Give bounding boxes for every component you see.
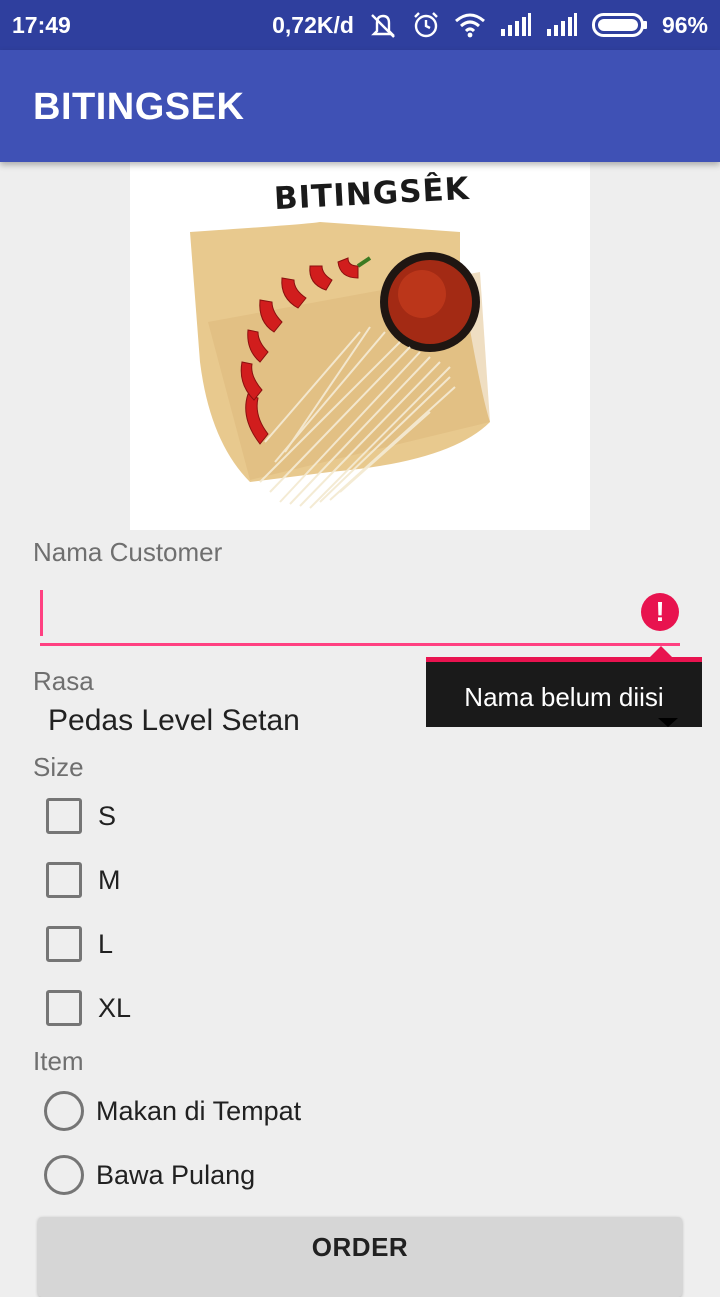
item-label: Item bbox=[33, 1046, 84, 1076]
name-input[interactable] bbox=[40, 580, 680, 646]
item-radio-bawa-pulang[interactable]: Bawa Pulang bbox=[44, 1155, 255, 1195]
app-title: BITINGSEK bbox=[33, 86, 245, 128]
radio-circle[interactable] bbox=[44, 1091, 84, 1131]
net-speed: 0,72K/d bbox=[272, 11, 354, 38]
signal-icon bbox=[546, 13, 578, 37]
checkbox-box[interactable] bbox=[46, 798, 82, 834]
item-option-label: Makan di Tempat bbox=[96, 1095, 302, 1126]
status-time: 17:49 bbox=[12, 11, 71, 38]
rasa-dropdown[interactable]: Pedas Level Setan bbox=[48, 704, 300, 738]
tooltip-arrow bbox=[650, 646, 672, 657]
size-option-label: L bbox=[98, 928, 114, 959]
alarm-icon bbox=[412, 11, 440, 39]
status-bar: 17:49 0,72K/d 96% bbox=[0, 0, 720, 50]
radio-circle[interactable] bbox=[44, 1155, 84, 1195]
size-label: Size bbox=[33, 752, 84, 782]
order-button[interactable]: ORDER bbox=[38, 1217, 682, 1297]
size-checkbox-xl[interactable]: XL bbox=[44, 990, 131, 1026]
mute-icon bbox=[368, 11, 398, 39]
item-option-label: Bawa Pulang bbox=[96, 1159, 256, 1190]
error-icon[interactable]: ! bbox=[641, 593, 679, 631]
checkbox-box[interactable] bbox=[46, 990, 82, 1026]
app-bar: BITINGSEK bbox=[0, 50, 720, 162]
size-option-label: S bbox=[98, 800, 117, 831]
size-checkbox-m[interactable]: M bbox=[44, 862, 121, 898]
wifi-icon bbox=[454, 12, 486, 38]
checkbox-box[interactable] bbox=[46, 862, 82, 898]
status-icons: 0,72K/d 96% bbox=[272, 11, 708, 39]
item-radio-makan-di-tempat[interactable]: Makan di Tempat bbox=[44, 1091, 301, 1131]
error-message: Nama belum diisi bbox=[464, 682, 664, 712]
text-cursor bbox=[40, 590, 43, 636]
hero-image: BITINGSÊK bbox=[130, 162, 590, 530]
rasa-label: Rasa bbox=[33, 666, 94, 696]
size-option-label: M bbox=[98, 864, 121, 895]
name-label: Nama Customer bbox=[33, 537, 223, 567]
battery-percent: 96% bbox=[661, 11, 708, 38]
error-tooltip: Nama belum diisi bbox=[426, 657, 702, 727]
signal-icon bbox=[500, 13, 532, 37]
tooltip-tail bbox=[658, 718, 678, 727]
food-illustration bbox=[190, 222, 490, 509]
size-option-label: XL bbox=[98, 992, 132, 1023]
size-checkbox-s[interactable]: S bbox=[44, 798, 116, 834]
battery-icon bbox=[591, 13, 648, 37]
size-checkbox-l[interactable]: L bbox=[44, 926, 113, 962]
checkbox-box[interactable] bbox=[46, 926, 82, 962]
